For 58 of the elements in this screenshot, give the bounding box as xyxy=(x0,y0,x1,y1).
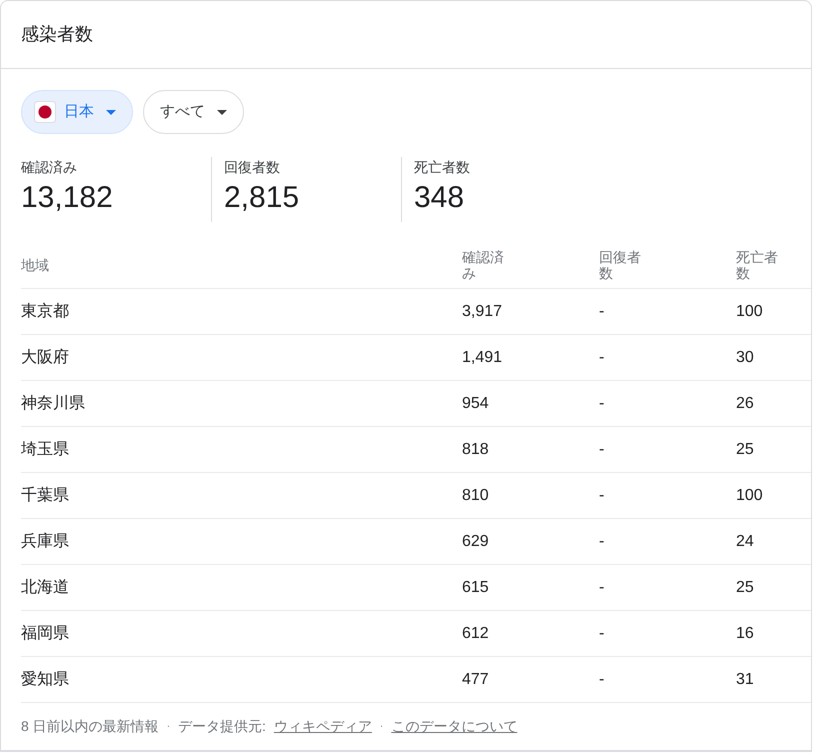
caret-icon xyxy=(217,110,227,114)
filter-dropdown[interactable]: 日本 xyxy=(21,90,133,134)
table-cell-text: 24 xyxy=(736,532,755,552)
table-cell-text: 千葉県 xyxy=(21,486,70,506)
update-note: 8 日前以内の最新情報 xyxy=(21,717,159,736)
table-cell-text: 612 xyxy=(462,624,490,644)
table-cell-text: 100 xyxy=(736,486,764,506)
table-cell-text: 愛知県 xyxy=(21,670,70,690)
table-cell-text: 818 xyxy=(462,440,490,460)
stat-value: 2,815 xyxy=(224,180,300,216)
table-cell-text: 3,917 xyxy=(462,302,504,322)
column-header: 死亡者数 xyxy=(736,249,779,281)
table-cell-text: 26 xyxy=(736,394,755,414)
table-cell-text: 1,491 xyxy=(462,348,504,368)
table-cell-text: 477 xyxy=(462,670,490,690)
table-cell-text: 25 xyxy=(736,440,755,460)
table-cell-text: - xyxy=(599,532,606,552)
table-cell-text: 神奈川県 xyxy=(21,394,86,414)
stat-label: 確認済み xyxy=(21,158,78,177)
table-cell-text: 福岡県 xyxy=(21,624,70,644)
stat-value: 13,182 xyxy=(21,180,114,216)
flag-icon xyxy=(34,101,56,123)
table-cell-text: 兵庫県 xyxy=(21,532,70,552)
source-label: データ提供元: xyxy=(178,717,266,736)
table-cell-text: - xyxy=(599,670,606,690)
about-link[interactable]: このデータについて xyxy=(391,716,518,737)
table-cell-text: 東京都 xyxy=(21,302,70,322)
stat-label: 死亡者数 xyxy=(414,158,470,177)
table-cell-text: 629 xyxy=(462,532,490,552)
table-cell-text: 31 xyxy=(736,670,755,690)
table-cell-text: 大阪府 xyxy=(21,348,70,368)
separator-dot: · xyxy=(380,720,384,734)
table-cell-text: 100 xyxy=(736,302,764,322)
column-header: 地域 xyxy=(21,257,50,273)
caret-icon xyxy=(106,110,116,114)
table-cell-text: 30 xyxy=(736,348,755,368)
table-cell-text: - xyxy=(599,624,606,644)
table-cell-text: 954 xyxy=(462,394,490,414)
table-cell-text: - xyxy=(599,348,606,368)
table-cell-text: 北海道 xyxy=(21,578,70,598)
table-cell-text: - xyxy=(599,440,606,460)
table-cell-text: 615 xyxy=(462,578,490,598)
stat-value: 348 xyxy=(414,180,466,216)
card-title: 感染者数 xyxy=(21,23,93,46)
table-cell-text: - xyxy=(599,302,606,322)
source-link[interactable]: ウィキペディア xyxy=(274,716,372,737)
table-cell-text: 16 xyxy=(736,624,755,644)
table-cell-text: - xyxy=(599,578,606,598)
filter-dropdown[interactable]: すべて xyxy=(143,90,244,134)
table-cell-text: 埼玉県 xyxy=(21,440,70,460)
separator-dot: · xyxy=(166,720,170,734)
table-cell-text: 810 xyxy=(462,486,490,506)
table-cell-text: - xyxy=(599,486,606,506)
column-header: 回復者数 xyxy=(599,249,642,281)
stat-label: 回復者数 xyxy=(224,158,281,177)
table-cell-text: - xyxy=(599,394,606,414)
table-cell-text: 25 xyxy=(736,578,755,598)
column-header: 確認済み xyxy=(462,249,505,281)
